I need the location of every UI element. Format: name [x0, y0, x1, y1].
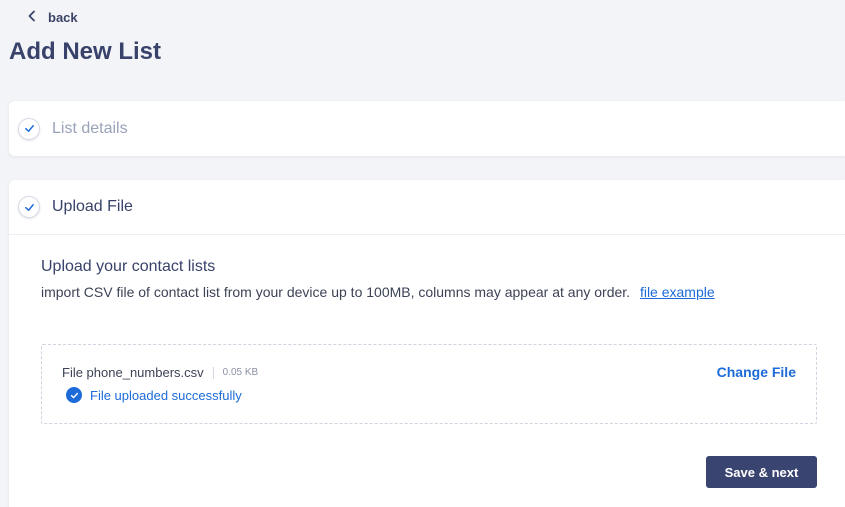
upload-description: import CSV file of contact list from you… — [41, 284, 715, 300]
check-circle-filled-icon — [66, 387, 82, 403]
file-example-link[interactable]: file example — [640, 284, 715, 300]
step-upload-file: Upload File Upload your contact lists im… — [9, 180, 845, 507]
file-info: File phone_numbers.csv 0.05 KB — [62, 365, 258, 380]
step-label: Upload File — [52, 198, 133, 215]
upload-description-text: import CSV file of contact list from you… — [41, 284, 631, 300]
change-file-button[interactable]: Change File — [717, 364, 796, 380]
file-name: File phone_numbers.csv — [62, 365, 204, 380]
step-header[interactable]: List details — [9, 101, 845, 156]
save-next-button[interactable]: Save & next — [706, 456, 817, 488]
step-list-details[interactable]: List details — [9, 101, 845, 156]
chevron-left-icon — [26, 10, 38, 25]
page: back Add New List List details Upload Fi… — [0, 0, 845, 507]
check-icon — [18, 196, 40, 218]
upload-section-title: Upload your contact lists — [41, 258, 216, 275]
back-link[interactable]: back — [26, 10, 78, 25]
file-size: 0.05 KB — [222, 367, 259, 378]
check-icon — [18, 117, 40, 140]
step-label: List details — [52, 119, 128, 137]
upload-status-text: File uploaded successfully — [90, 387, 242, 403]
page-title: Add New List — [9, 38, 162, 65]
divider — [212, 366, 214, 379]
step-header[interactable]: Upload File — [9, 180, 845, 235]
back-label: back — [48, 10, 78, 25]
upload-status: File uploaded successfully — [66, 387, 242, 403]
uploaded-file-box: File phone_numbers.csv 0.05 KB File uplo… — [41, 344, 817, 424]
